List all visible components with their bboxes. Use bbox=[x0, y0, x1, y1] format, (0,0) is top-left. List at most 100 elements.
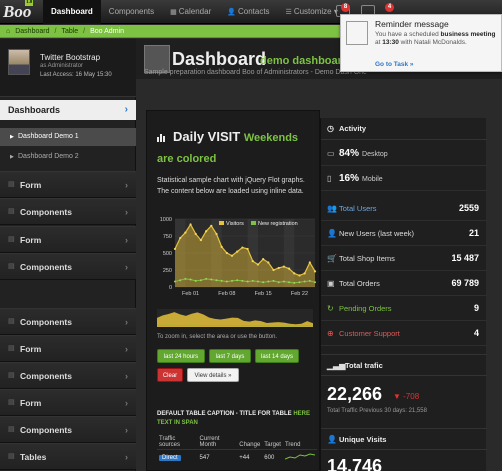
y-tick-label: 250 bbox=[163, 268, 172, 274]
sidebar-item-components[interactable]: ▤ Components › bbox=[0, 362, 136, 389]
menu-icon: ▤ bbox=[8, 181, 15, 188]
column-header[interactable]: Traffic sources bbox=[157, 435, 198, 450]
sidebar-item-form[interactable]: ▤ Form › bbox=[0, 171, 136, 198]
column-header[interactable]: Trend bbox=[282, 435, 317, 450]
y-tick-label: 500 bbox=[163, 251, 172, 257]
sidebar-item-form[interactable]: ▤ Form › bbox=[0, 226, 136, 253]
stat-label: Customer Support bbox=[339, 329, 400, 338]
mobile-stat: ▯ 16% Mobile bbox=[321, 166, 487, 191]
stat-total-orders[interactable]: ▣ Total Orders 69 789 bbox=[321, 271, 487, 296]
data-point-visitors bbox=[220, 245, 223, 248]
menu-icon: ▤ bbox=[8, 263, 15, 270]
data-point-registration bbox=[210, 278, 213, 281]
sidebar-item-components[interactable]: ▤ Components › bbox=[0, 253, 136, 280]
sidebar-item-components[interactable]: ▤ Components › bbox=[0, 416, 136, 443]
traffic-value: 22,266 bbox=[327, 384, 383, 404]
app-logo[interactable]: Boo 1.0 bbox=[3, 0, 41, 22]
sidebar-item-form[interactable]: ▤ Form › bbox=[0, 389, 136, 416]
column-header[interactable]: Current Month bbox=[197, 435, 238, 450]
bar-chart-icon bbox=[157, 134, 165, 142]
profile-role: as Administrator bbox=[40, 63, 84, 69]
data-point-visitors bbox=[277, 266, 280, 270]
x-tick-label: Feb 15 bbox=[255, 291, 272, 297]
data-point-registration bbox=[184, 277, 187, 280]
support-icon: ⊕ bbox=[327, 329, 334, 338]
data-point-visitors bbox=[293, 272, 296, 275]
stat-label: Total Users bbox=[339, 204, 377, 213]
menu-icon: ▤ bbox=[8, 372, 15, 379]
last-7-days-button[interactable]: last 7 days bbox=[209, 349, 251, 363]
breadcrumb-dashboard[interactable]: Dashboard bbox=[15, 28, 54, 35]
view-details-button[interactable]: View details » bbox=[187, 368, 239, 382]
desktop-stat: ▭ 84% Desktop bbox=[321, 141, 487, 166]
data-point-registration bbox=[262, 281, 265, 284]
sidebar-item-dashboards[interactable]: Dashboards › bbox=[0, 100, 136, 120]
data-point-visitors bbox=[184, 231, 187, 234]
column-header[interactable]: Change bbox=[237, 435, 263, 450]
daily-visit-text: Statistical sample chart with jQuery Flo… bbox=[157, 177, 305, 195]
daily-visit-panel: Daily VISIT Weekends are colored Statist… bbox=[146, 110, 320, 471]
last-24-hours-button[interactable]: last 24 hours bbox=[157, 349, 205, 363]
go-to-task-link[interactable]: Go to Task » bbox=[375, 61, 414, 68]
data-point-visitors bbox=[205, 230, 208, 233]
sidebar-subitem-demo-2[interactable]: ▶ Dashboard Demo 2 bbox=[0, 148, 136, 166]
mobile-icon: ▯ bbox=[327, 174, 332, 183]
last-14-days-button[interactable]: last 14 days bbox=[255, 349, 299, 363]
data-point-registration bbox=[308, 279, 311, 282]
nav-dashboard[interactable]: Dashboard bbox=[43, 0, 101, 24]
profile-name[interactable]: Twitter Bootstrap bbox=[40, 53, 100, 62]
notification-title: Reminder message bbox=[375, 19, 449, 29]
chevron-right-icon: › bbox=[125, 235, 128, 245]
sidebar-item-components[interactable]: ▤ Components › bbox=[0, 308, 136, 335]
bullet-icon: ▶ bbox=[10, 154, 14, 160]
stat-total-shop-items[interactable]: 🛒 Total Shop Items 15 487 bbox=[321, 246, 487, 271]
visitors-chart[interactable]: 1000 750 500 250 0 Feb 01 Feb 08 Feb 15 Feb 22 Vi… bbox=[147, 209, 321, 299]
home-icon[interactable]: ⌂ bbox=[6, 28, 15, 35]
trend-sparkline bbox=[283, 450, 317, 467]
stat-total-users[interactable]: 👥 Total Users 2559 bbox=[321, 196, 487, 221]
x-tick-label: Feb 22 bbox=[291, 291, 308, 297]
chevron-right-icon: › bbox=[125, 452, 128, 462]
unique-visits-value: 14,746 bbox=[327, 456, 383, 471]
sidebar-item-label: Form bbox=[20, 344, 42, 354]
sidebar-subitem-demo-1[interactable]: ▶ Dashboard Demo 1 bbox=[0, 128, 136, 146]
table-cell: +44 bbox=[239, 455, 250, 461]
sidebar-item-components[interactable]: ▤ Components › bbox=[0, 198, 136, 225]
contacts-icon: 👤 bbox=[227, 9, 236, 16]
data-point-registration bbox=[189, 278, 192, 281]
stat-new-users[interactable]: 👤 New Users (last week) 21 bbox=[321, 221, 487, 246]
sparkline-icon bbox=[284, 453, 316, 460]
nav-components[interactable]: Components bbox=[101, 0, 162, 24]
mobile-label: Mobile bbox=[362, 176, 383, 183]
sidebar-item-label: Form bbox=[20, 180, 42, 190]
sidebar-subitem-label: Dashboard Demo 1 bbox=[18, 133, 79, 140]
column-header[interactable]: Target bbox=[262, 435, 283, 450]
data-point-visitors bbox=[246, 247, 249, 251]
reminder-notification[interactable]: Reminder message You have a scheduled bu… bbox=[340, 14, 502, 72]
breadcrumb-current: Boo Admin bbox=[90, 27, 124, 35]
sidebar-item-form[interactable]: ▤ Form › bbox=[0, 335, 136, 362]
x-tick-label: Feb 08 bbox=[218, 291, 235, 297]
stat-label: New Users (last week) bbox=[339, 229, 415, 238]
data-point-visitors bbox=[313, 270, 317, 273]
table-cell: 547 bbox=[199, 455, 210, 461]
sidebar-item-label: Components bbox=[20, 317, 72, 327]
sidebar: Twitter Bootstrap as Administrator Last … bbox=[0, 39, 136, 471]
breadcrumb-table[interactable]: Table bbox=[61, 28, 83, 35]
stat-pending-orders[interactable]: ↻ Pending Orders 9 bbox=[321, 296, 487, 321]
avatar[interactable] bbox=[8, 49, 30, 75]
clear-button[interactable]: Clear bbox=[157, 368, 183, 382]
sidebar-item-tables[interactable]: ▤ Tables › bbox=[0, 443, 136, 470]
stat-customer-support[interactable]: ⊕ Customer Support 4 bbox=[321, 321, 487, 346]
stat-value: 2559 bbox=[458, 203, 479, 213]
caption-text: DEFAULT TABLE CAPTION - TITLE FOR TABLE bbox=[157, 411, 292, 417]
overview-chart[interactable] bbox=[147, 307, 321, 329]
desktop-percent: 84% bbox=[339, 148, 360, 159]
nav-contacts[interactable]: 👤 Contacts bbox=[219, 0, 277, 24]
table-header-row: Traffic sources Current Month Change Tar… bbox=[157, 435, 317, 450]
bag-icon: ▣ bbox=[327, 279, 335, 288]
nav-calendar[interactable]: ▦ Calendar bbox=[162, 0, 219, 24]
sidebar-subitem-label: Dashboard Demo 2 bbox=[18, 153, 79, 160]
stat-value: 69 789 bbox=[451, 278, 479, 288]
table-caption: DEFAULT TABLE CAPTION - TITLE FOR TABLE … bbox=[157, 410, 317, 428]
